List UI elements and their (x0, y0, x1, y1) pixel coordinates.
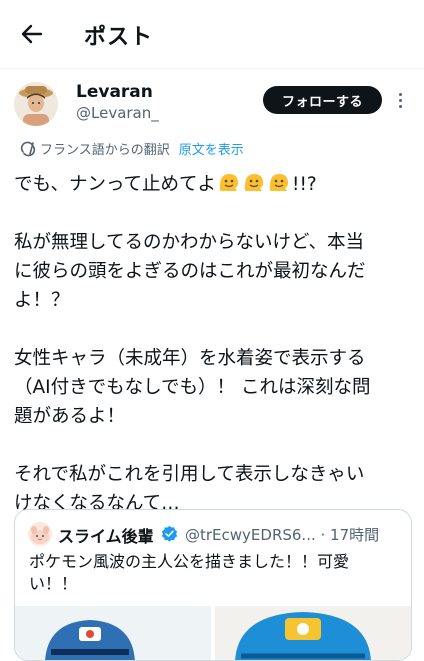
post-line: に彼らの頭をよぎるのはこれが最初なんだ (14, 261, 366, 282)
melting-face-emoji-icon (269, 174, 289, 191)
quoted-avatar[interactable] (28, 522, 52, 546)
translation-note: フランス語からの翻訳 (40, 143, 170, 158)
top-bar: ポスト (0, 0, 424, 69)
quoted-avatar-image (28, 522, 52, 546)
post-line: それで私がこれを引用して表示しなきゃい (14, 464, 365, 485)
back-arrow-icon (21, 24, 43, 44)
post-paragraph: 私が無理してるのかわからないけど、本当 に彼らの頭をよぎるのはこれが最初なんだ よ！… (14, 228, 414, 315)
quoted-media-image[interactable] (15, 606, 411, 661)
avatar-image (14, 82, 58, 126)
author-display-name[interactable]: Levaran (76, 82, 153, 102)
verified-badge-icon (161, 525, 178, 542)
more-vertical-icon (398, 92, 402, 96)
more-options-button[interactable] (392, 88, 408, 112)
emoji-group (218, 171, 290, 193)
post-paragraph: 女性キャラ（未成年）を水着姿で表示する （AI付きでもなしでも）！ これは深刻な問… (14, 344, 414, 431)
page-title: ポスト (84, 25, 154, 50)
more-dot (398, 104, 402, 108)
quoted-line: い！！ (29, 574, 78, 593)
follow-button[interactable]: フォローする (263, 86, 382, 114)
quoted-display-name[interactable]: スライム後輩 (58, 523, 154, 547)
quoted-post-card[interactable]: スライム後輩 @trEcwyEDRS6... · 17時間 ポケモン風波の主人公… (14, 509, 412, 661)
quoted-line: ポケモン風波の主人公を描きました！！可愛 (29, 552, 350, 571)
melting-face-emoji-icon (244, 174, 264, 191)
back-button[interactable] (14, 18, 50, 50)
post-line: （AI付きでもなしでも）！ これは深刻な問 (14, 377, 371, 398)
post-paragraph: でも、ナンって止めてよ!!? (14, 170, 414, 199)
post-body: でも、ナンって止めてよ!!? 私が無理してるのかわからないけど、本当 に彼らの頭を… (14, 170, 414, 518)
translation-row: フランス語からの翻訳 原文を表示 (20, 139, 244, 158)
author-handle[interactable]: @Levaran_ (76, 104, 159, 122)
melting-face-emoji-icon (219, 174, 239, 191)
quoted-handle-and-time: @trEcwyEDRS6... · 17時間 (185, 526, 380, 544)
show-original-link[interactable]: 原文を表示 (179, 139, 244, 158)
post-line: よ！？ (14, 290, 70, 311)
avatar[interactable] (14, 82, 58, 126)
post-line: 私が無理してるのかわからないけど、本当 (14, 232, 365, 253)
post-line: !!? (292, 174, 317, 195)
translate-icon (20, 141, 36, 156)
quoted-text: ポケモン風波の主人公を描きました！！可愛 い！！ (29, 551, 399, 595)
post-line: 女性キャラ（未成年）を水着姿で表示する (14, 348, 366, 369)
post-line: 題があるよ！ (14, 406, 126, 427)
more-dot (398, 98, 402, 102)
post-line: でも、ナンって止めてよ (14, 174, 217, 195)
